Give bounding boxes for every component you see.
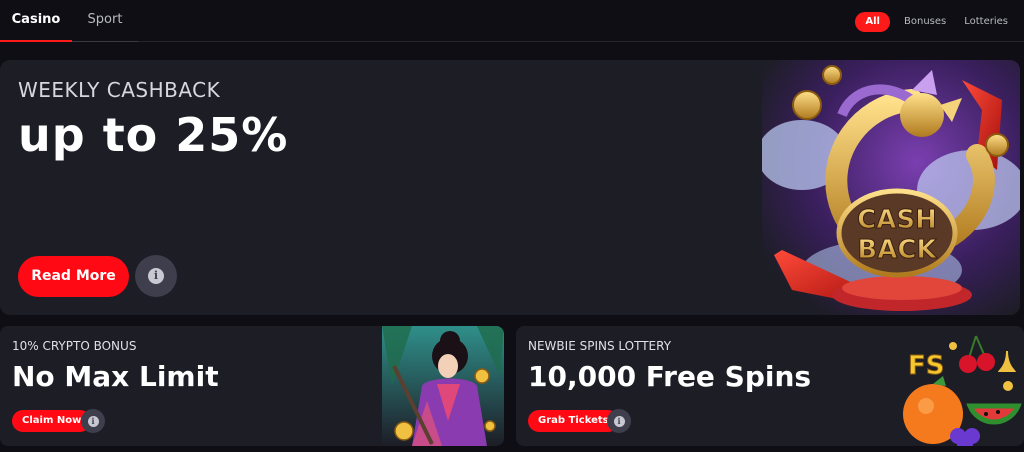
- info-icon: i: [613, 415, 625, 427]
- crypto-info-button[interactable]: i: [81, 409, 105, 433]
- hero-kicker: WEEKLY CASHBACK: [18, 78, 221, 102]
- hero-info-button[interactable]: i: [135, 255, 177, 297]
- cashback-dragon-illustration: CASH BACK: [762, 60, 1020, 315]
- card-title: No Max Limit: [12, 360, 219, 393]
- info-icon: i: [87, 415, 99, 427]
- claim-now-button[interactable]: Claim Now: [12, 410, 92, 432]
- tab-sport[interactable]: Sport: [72, 0, 138, 42]
- filter-lotteries[interactable]: Lotteries: [960, 12, 1012, 32]
- weekly-cashback-banner[interactable]: WEEKLY CASHBACK up to 25% Read More i CA…: [0, 60, 1020, 315]
- grab-tickets-button[interactable]: Grab Tickets: [528, 410, 619, 432]
- free-spins-card[interactable]: NEWBIE SPINS LOTTERY 10,000 Free Spins G…: [516, 326, 1024, 446]
- filter-bonuses[interactable]: Bonuses: [900, 12, 950, 32]
- card-title: 10,000 Free Spins: [528, 360, 812, 393]
- info-icon: i: [148, 268, 164, 284]
- filter-pills: All Bonuses Lotteries: [855, 12, 1012, 32]
- fs-label: FS: [908, 351, 945, 381]
- card-kicker: 10% CRYPTO BONUS: [12, 339, 137, 353]
- spins-info-button[interactable]: i: [607, 409, 631, 433]
- tab-casino-indicator: [0, 40, 72, 42]
- tab-sport-divider: [72, 41, 138, 42]
- fruit-slots-illustration: FS: [903, 335, 1022, 446]
- cash-label: CASH: [857, 205, 937, 235]
- filter-all[interactable]: All: [855, 12, 890, 32]
- top-nav: Casino Sport All Bonuses Lotteries: [0, 0, 1024, 42]
- hero-title: up to 25%: [18, 108, 289, 162]
- back-label: BACK: [857, 235, 937, 265]
- tab-casino[interactable]: Casino: [0, 0, 72, 42]
- geisha-warrior-illustration: [382, 326, 504, 446]
- read-more-button[interactable]: Read More: [18, 256, 129, 297]
- crypto-bonus-card[interactable]: 10% CRYPTO BONUS No Max Limit Claim Now …: [0, 326, 504, 446]
- card-kicker: NEWBIE SPINS LOTTERY: [528, 339, 672, 353]
